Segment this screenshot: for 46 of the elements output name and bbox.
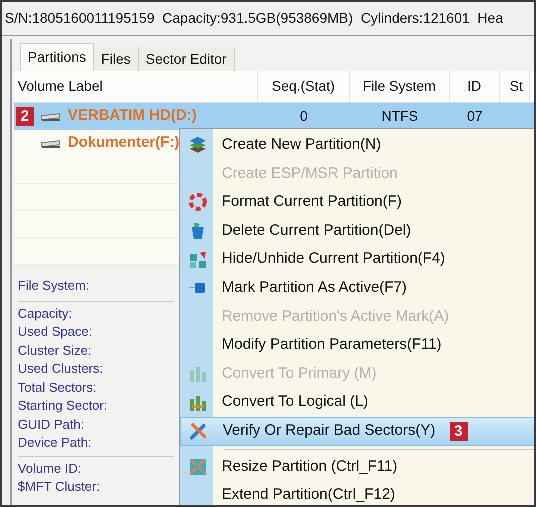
tab[interactable]: Partitions <box>20 43 94 71</box>
info-label: Device Path: <box>18 434 93 452</box>
column-header[interactable]: Seq.(Stat) <box>258 71 350 102</box>
info-label: Volume ID: <box>18 460 83 478</box>
volume-label: Dokumenter(F:) <box>68 133 180 154</box>
number-badge: 3 <box>450 422 468 441</box>
menu-item[interactable]: Delete Current Partition(Del) <box>180 216 534 246</box>
menu-item[interactable]: Extend Partition(Ctrl_F12) <box>180 481 534 505</box>
table-cell-text: 0 <box>299 107 309 126</box>
drive-icon <box>40 138 62 148</box>
column-header[interactable]: File System <box>350 71 450 102</box>
tools-icon <box>189 421 209 442</box>
tab[interactable]: Files <box>94 47 139 71</box>
tab[interactable]: Sector Editor <box>138 47 235 71</box>
table-cell-text: NTFS <box>380 107 420 126</box>
squares-icon <box>188 250 208 270</box>
chart-icon <box>188 364 208 384</box>
info-label: GUID Path: <box>18 416 86 434</box>
menu-item[interactable]: Create New Partition(N) <box>180 131 534 160</box>
number-badge: 2 <box>16 107 34 126</box>
drive-icon <box>40 112 62 122</box>
menu-item[interactable]: Mark Partition As Active(F7) <box>180 274 534 303</box>
column-header[interactable]: St <box>500 71 530 102</box>
info-label: Used Space: <box>18 323 94 341</box>
info-label: Starting Sector: <box>18 397 109 415</box>
info-label: File System: <box>18 277 91 295</box>
layers-icon <box>188 135 208 156</box>
menu-item[interactable]: Resize Partition (Ctrl_F11) <box>180 452 534 482</box>
resize-icon <box>188 456 208 477</box>
info-label: Total Sectors: <box>18 378 98 396</box>
lifebuoy-icon <box>188 192 208 212</box>
info-label: Used Clusters: <box>18 360 104 378</box>
disk-info-text: S/N:1805160011195159 Capacity:931.5GB(953869MB) Cylinders:121601 Hea <box>5 9 504 28</box>
menu-item[interactable]: Verify Or Repair Bad Sectors(Y) 3 <box>180 416 534 446</box>
volume-label: VERBATIM HD(D:) <box>68 106 197 126</box>
menu-item[interactable]: Convert To Logical (L) <box>180 388 534 417</box>
menu-item[interactable]: Hide/Unhide Current Partition(F4) <box>180 245 534 274</box>
menu-item[interactable]: Format Current Partition(F) <box>180 188 534 217</box>
table-cell-text: 07 <box>466 107 484 126</box>
info-label: $MFT Cluster: <box>18 478 102 496</box>
info-label: Capacity: <box>18 304 74 323</box>
column-header[interactable]: Volume Label <box>14 71 258 102</box>
partition-row[interactable]: 2 VERBATIM HD(D:) 0 NTFS 07 <box>14 103 534 130</box>
column-header[interactable]: ID <box>450 71 500 102</box>
menu-item[interactable]: Modify Partition Parameters(F11) <box>180 331 534 360</box>
info-label: Cluster Size: <box>18 342 93 360</box>
